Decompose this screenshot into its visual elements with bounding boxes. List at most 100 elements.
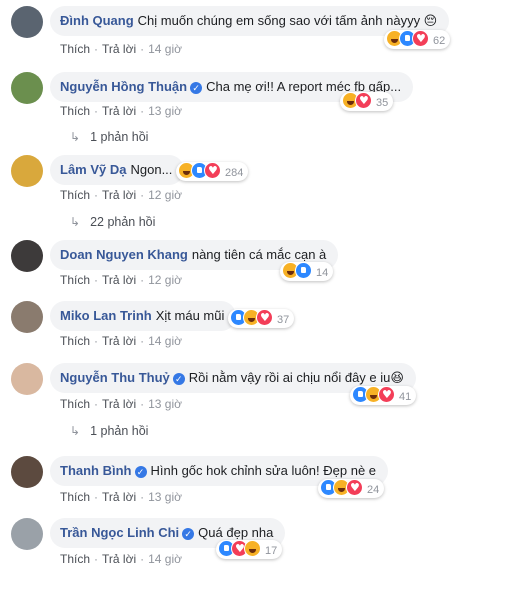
like-link[interactable]: Thích <box>60 490 90 504</box>
comment-actions: Thích · Trả lời · 12 giờ <box>60 273 182 287</box>
separator: · <box>94 490 99 504</box>
avatar[interactable] <box>11 518 43 550</box>
love-icon <box>204 161 221 180</box>
view-replies-link[interactable]: ↳ 1 phản hồi <box>70 424 148 438</box>
separator: · <box>140 104 145 118</box>
reaction-summary[interactable]: 41 <box>350 385 417 405</box>
avatar[interactable] <box>11 301 43 333</box>
reaction-count: 35 <box>376 97 389 109</box>
replies-count: 1 phản hồi <box>90 424 149 438</box>
separator: · <box>94 273 99 287</box>
reaction-count: 62 <box>433 35 446 47</box>
reaction-count: 284 <box>225 167 244 179</box>
comment-text: Chị muốn chúng em sống sao với tấm ảnh n… <box>137 13 438 28</box>
separator: · <box>94 42 99 56</box>
replies-count: 22 phản hồi <box>90 215 156 229</box>
view-replies-link[interactable]: ↳ 1 phản hồi <box>70 130 148 144</box>
comment-actions: Thích · Trả lời · 14 giờ <box>60 552 182 566</box>
separator: · <box>94 104 99 118</box>
reaction-count: 41 <box>399 391 412 403</box>
timestamp[interactable]: 13 giờ <box>148 104 182 118</box>
separator: · <box>140 490 145 504</box>
verified-badge-icon: ✓ <box>172 373 185 385</box>
love-icon <box>256 308 273 327</box>
author-name[interactable]: Thanh Bình <box>60 463 132 478</box>
reaction-summary[interactable]: 17 <box>216 539 283 559</box>
timestamp[interactable]: 13 giờ <box>148 397 182 411</box>
reaction-count: 17 <box>265 545 278 557</box>
reaction-summary[interactable]: 35 <box>340 91 394 111</box>
separator: · <box>94 552 99 566</box>
timestamp[interactable]: 14 giờ <box>148 42 182 56</box>
author-name[interactable]: Trần Ngọc Linh Chi <box>60 525 179 540</box>
author-name[interactable]: Nguyễn Thu Thuỷ <box>60 370 170 385</box>
separator: · <box>140 188 145 202</box>
comment-actions: Thích · Trả lời · 13 giờ <box>60 490 182 504</box>
avatar[interactable] <box>11 155 43 187</box>
author-name[interactable]: Miko Lan Trinh <box>60 308 152 323</box>
haha-icon <box>244 540 261 557</box>
reply-link[interactable]: Trả lời <box>102 273 136 287</box>
separator: · <box>140 273 145 287</box>
comment-text: Hình gốc hok chỉnh sửa luôn! Đẹp nè e <box>150 463 377 478</box>
reply-link[interactable]: Trả lời <box>102 42 136 56</box>
author-name[interactable]: Nguyễn Hồng Thuận <box>60 79 187 94</box>
replies-count: 1 phản hồi <box>90 130 149 144</box>
timestamp[interactable]: 12 giờ <box>148 188 182 202</box>
reply-arrow-icon: ↳ <box>70 215 81 229</box>
author-name[interactable]: Đình Quang <box>60 13 134 28</box>
like-link[interactable]: Thích <box>60 552 90 566</box>
reaction-count: 14 <box>316 267 329 279</box>
like-link[interactable]: Thích <box>60 273 90 287</box>
avatar[interactable] <box>11 6 43 38</box>
author-name[interactable]: Lâm Vỹ Dạ <box>60 162 126 177</box>
comment-text: Xịt máu mũi <box>155 308 225 323</box>
reply-link[interactable]: Trả lời <box>102 552 136 566</box>
reply-link[interactable]: Trả lời <box>102 397 136 411</box>
comment-bubble: Lâm Vỹ Dạ Ngon... <box>50 155 185 185</box>
avatar[interactable] <box>11 456 43 488</box>
love-icon <box>378 385 395 404</box>
comment-actions: Thích · Trả lời · 14 giờ <box>60 42 182 56</box>
timestamp[interactable]: 12 giờ <box>148 273 182 287</box>
separator: · <box>94 188 99 202</box>
comment-actions: Thích · Trả lời · 14 giờ <box>60 334 182 348</box>
reply-link[interactable]: Trả lời <box>102 490 136 504</box>
separator: · <box>140 397 145 411</box>
view-replies-link[interactable]: ↳ 22 phản hồi <box>70 215 155 229</box>
reaction-summary[interactable]: 14 <box>280 262 334 281</box>
verified-badge-icon: ✓ <box>134 466 147 478</box>
love-icon <box>412 29 429 48</box>
timestamp[interactable]: 13 giờ <box>148 490 182 504</box>
reaction-summary[interactable]: 24 <box>318 478 385 498</box>
separator: · <box>140 42 145 56</box>
reaction-summary[interactable]: 62 <box>384 29 451 49</box>
reply-link[interactable]: Trả lời <box>102 334 136 348</box>
timestamp[interactable]: 14 giờ <box>148 552 182 566</box>
reply-link[interactable]: Trả lời <box>102 188 136 202</box>
avatar[interactable] <box>11 240 43 272</box>
like-link[interactable]: Thích <box>60 42 90 56</box>
avatar[interactable] <box>11 72 43 104</box>
reaction-summary[interactable]: 284 <box>176 161 249 181</box>
like-link[interactable]: Thích <box>60 104 90 118</box>
separator: · <box>94 397 99 411</box>
like-link[interactable]: Thích <box>60 188 90 202</box>
like-link[interactable]: Thích <box>60 334 90 348</box>
reaction-count: 24 <box>367 484 380 496</box>
comment-text: Rồi nằm vậy rồi ai chịu nổi đây e iu😆 <box>188 370 404 385</box>
verified-badge-icon: ✓ <box>190 82 203 94</box>
comment-text: Quá đẹp nha <box>198 525 274 540</box>
author-name[interactable]: Doan Nguyen Khang <box>60 247 188 262</box>
love-icon <box>346 478 363 497</box>
like-link[interactable]: Thích <box>60 397 90 411</box>
reply-link[interactable]: Trả lời <box>102 104 136 118</box>
love-icon <box>355 91 372 110</box>
comment-actions: Thích · Trả lời · 13 giờ <box>60 397 182 411</box>
comment-text: Ngon... <box>130 162 173 177</box>
avatar[interactable] <box>11 363 43 395</box>
like-icon <box>295 262 312 279</box>
timestamp[interactable]: 14 giờ <box>148 334 182 348</box>
reply-arrow-icon: ↳ <box>70 130 81 144</box>
reaction-summary[interactable]: 37 <box>228 308 295 328</box>
